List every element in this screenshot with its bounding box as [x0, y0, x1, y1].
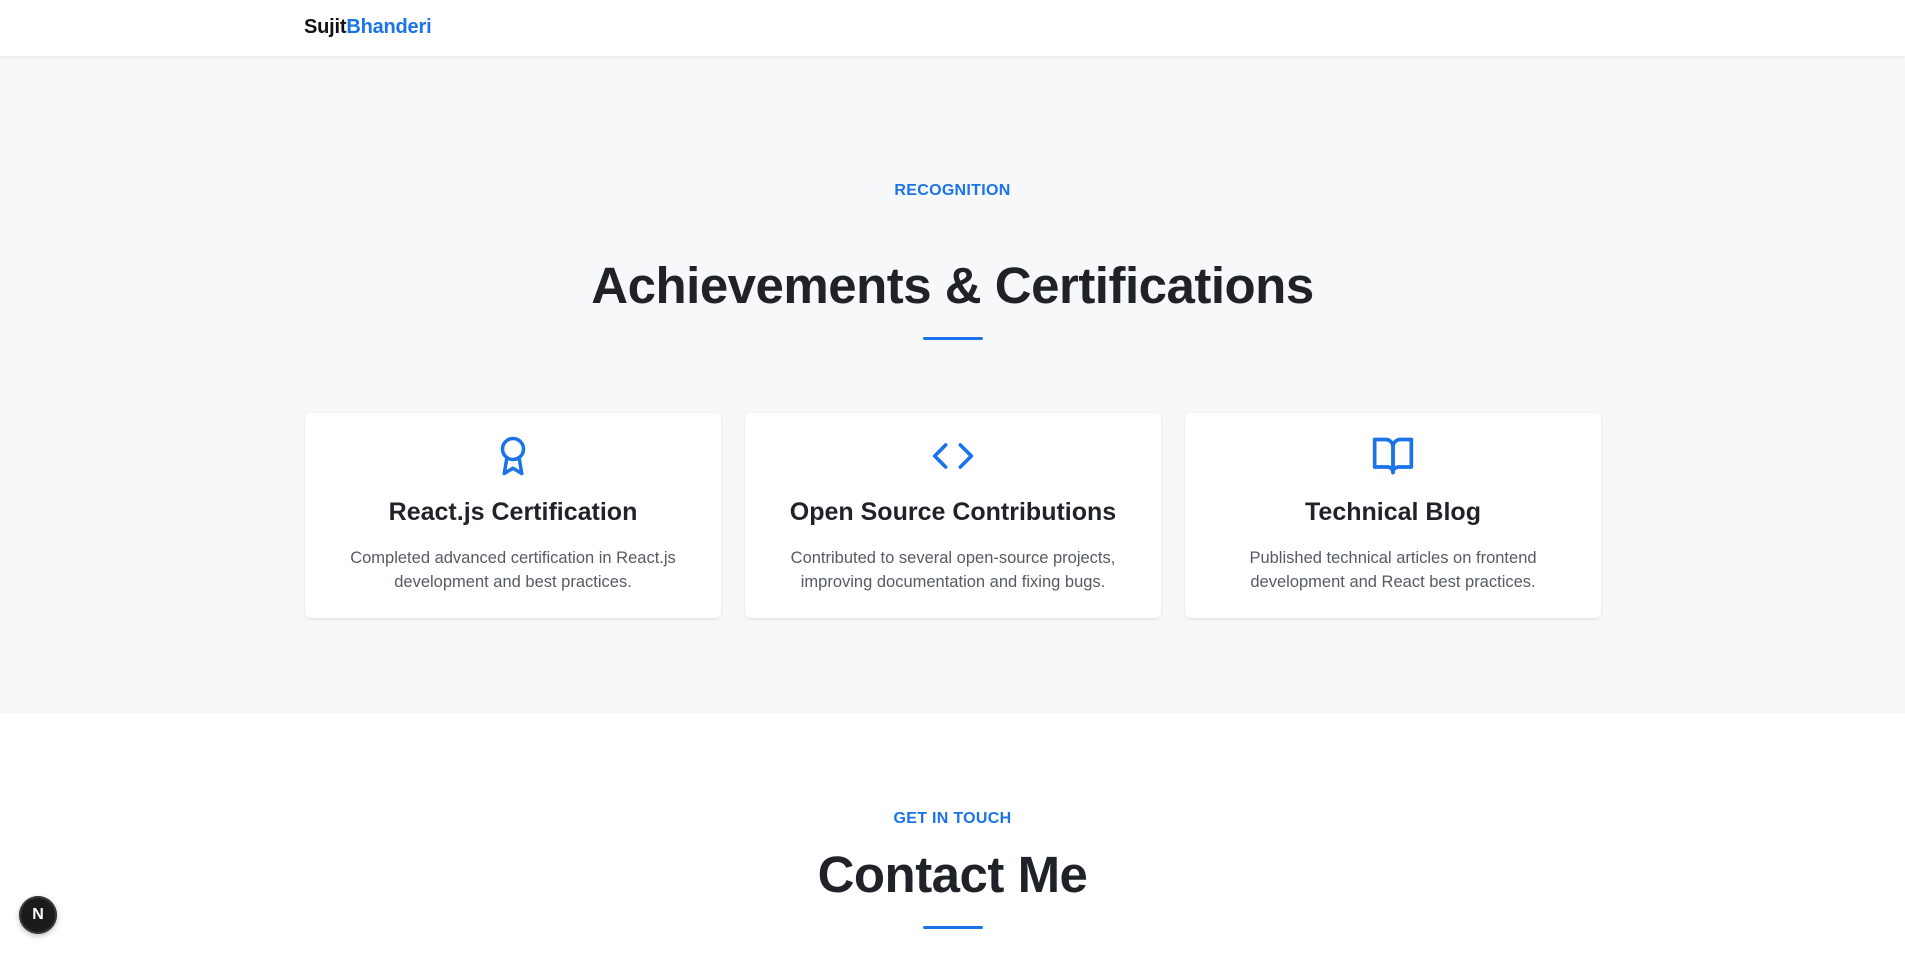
logo-last-name: Bhanderi	[346, 16, 432, 38]
card-description: Completed advanced certification in Reac…	[350, 549, 676, 591]
achievements-section: RECOGNITION Achievements & Certification…	[0, 56, 1905, 713]
book-open-icon	[1185, 435, 1601, 477]
section-title-underline	[923, 337, 983, 340]
contact-title-underline	[923, 926, 983, 929]
card-title: Open Source Contributions	[789, 498, 1117, 526]
dev-tools-badge[interactable]: N	[19, 896, 57, 934]
achievement-card: React.js Certification Completed advance…	[305, 413, 721, 618]
section-eyebrow: RECOGNITION	[894, 182, 1011, 199]
card-description: Published technical articles on frontend…	[1249, 549, 1537, 591]
card-title: Technical Blog	[1305, 498, 1481, 526]
achievement-card: Technical Blog Published technical artic…	[1185, 413, 1601, 618]
contact-title: Contact Me	[817, 846, 1088, 903]
section-title: Achievements & Certifications	[591, 257, 1314, 314]
contact-section: GET IN TOUCH Contact Me	[0, 713, 1905, 953]
logo-first-name: Sujit	[304, 16, 347, 38]
card-title: React.js Certification	[388, 498, 638, 526]
site-logo[interactable]: SujitBhanderi	[304, 16, 432, 39]
contact-eyebrow: GET IN TOUCH	[893, 810, 1012, 827]
achievement-card: Open Source Contributions Contributed to…	[745, 413, 1161, 618]
award-icon	[305, 435, 721, 477]
navbar: SujitBhanderi	[0, 0, 1905, 56]
code-icon	[745, 435, 1161, 477]
card-description: Contributed to several open-source proje…	[790, 549, 1116, 591]
